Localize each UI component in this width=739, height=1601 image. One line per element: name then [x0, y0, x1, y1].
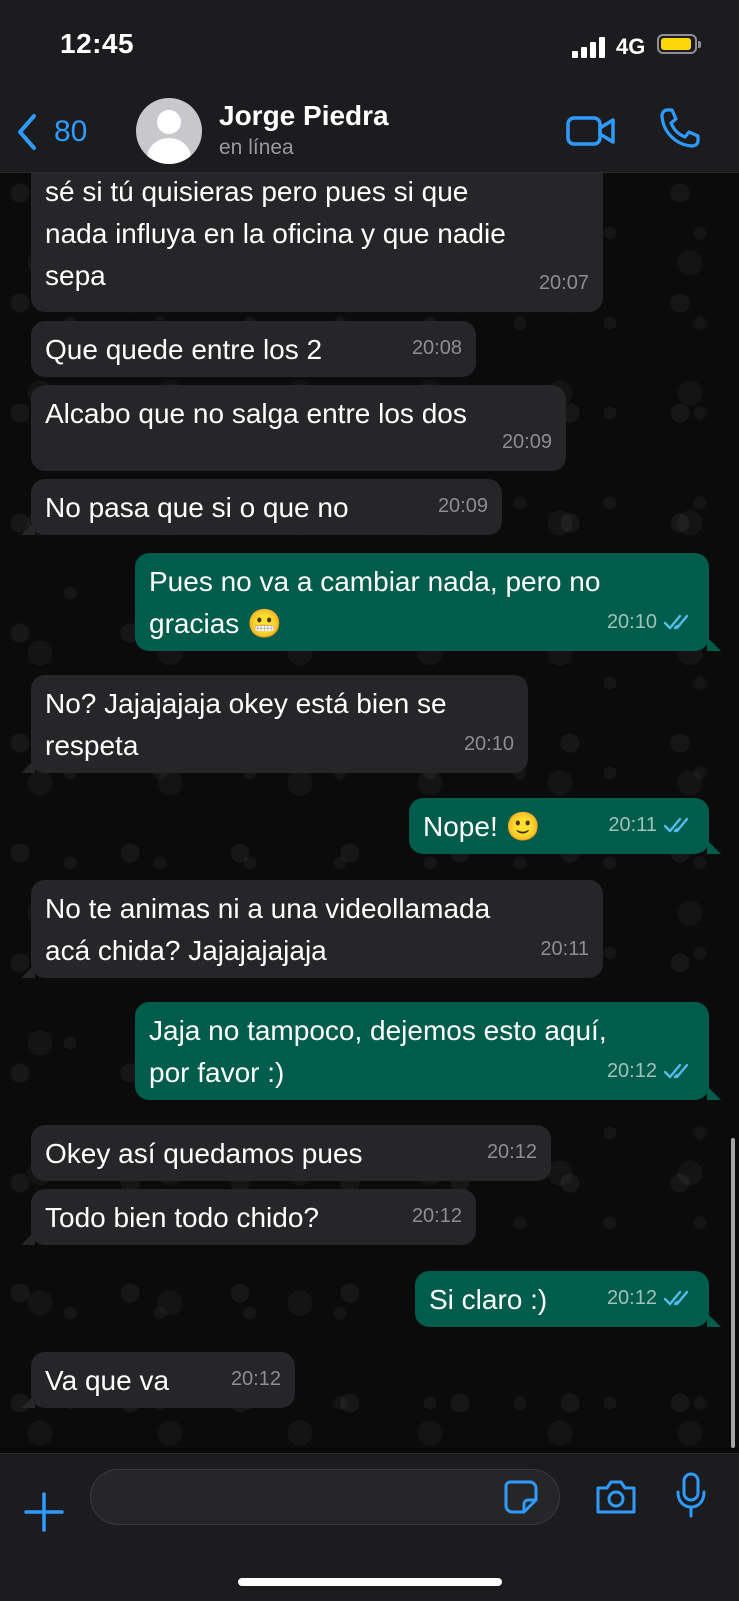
- message-text: Alcabo que no salga entre los dos: [45, 398, 467, 429]
- phone-icon[interactable]: [658, 106, 702, 150]
- chat-header: 80 Jorge Piedra en línea: [0, 92, 739, 173]
- message-incoming[interactable]: Que quede entre los 2 20:08: [31, 321, 476, 377]
- message-text: No pasa que si o que no: [45, 492, 349, 523]
- unread-count: 80: [54, 115, 88, 148]
- read-ticks-icon: [663, 1290, 689, 1306]
- message-input[interactable]: [90, 1469, 560, 1525]
- message-time: 20:12: [230, 1368, 281, 1390]
- message-time: 20:11: [608, 804, 695, 846]
- contact-name[interactable]: Jorge Piedra: [219, 100, 389, 132]
- video-call-icon[interactable]: [566, 112, 616, 150]
- message-outgoing[interactable]: Jaja no tampoco, dejemos esto aquí, por …: [135, 1002, 721, 1100]
- message-time: 20:09: [437, 495, 488, 517]
- message-incoming[interactable]: Todo bien todo chido? 20:12: [21, 1189, 476, 1245]
- message-outgoing[interactable]: Pues no va a cambiar nada, pero no graci…: [135, 553, 721, 651]
- message-time: 20:10: [607, 601, 695, 643]
- message-text: sé si tú quisieras pero pues si que nada…: [45, 176, 506, 291]
- read-ticks-icon: [663, 817, 689, 833]
- status-bar: 12:45 4G: [0, 0, 739, 92]
- message-outgoing[interactable]: Nope! 🙂 20:11: [409, 798, 721, 854]
- plus-icon[interactable]: [24, 1492, 64, 1532]
- camera-icon[interactable]: [594, 1478, 638, 1516]
- message-time: 20:12: [607, 1277, 695, 1319]
- message-incoming[interactable]: sé si tú quisieras pero pues si que nada…: [31, 173, 603, 312]
- sticker-icon[interactable]: [504, 1480, 538, 1514]
- message-text: Que quede entre los 2: [45, 334, 323, 365]
- message-text: No te animas ni a una videollamada acá c…: [45, 893, 491, 966]
- message-time: 20:08: [411, 337, 462, 359]
- message-time: 20:09: [501, 431, 552, 453]
- read-ticks-icon: [663, 614, 689, 630]
- message-time: 20:10: [463, 733, 514, 755]
- message-outgoing[interactable]: Si claro :) 20:12: [415, 1271, 721, 1327]
- battery-icon: [657, 34, 701, 54]
- message-text: No? Jajajajaja okey está bien se respeta: [45, 688, 447, 761]
- message-incoming[interactable]: Va que va 20:12: [21, 1352, 295, 1408]
- message-incoming[interactable]: Alcabo que no salga entre los dos 20:09: [31, 385, 566, 471]
- message-incoming[interactable]: No te animas ni a una videollamada acá c…: [21, 880, 603, 978]
- status-time: 12:45: [60, 28, 135, 59]
- message-time: 20:12: [607, 1050, 695, 1092]
- message-incoming[interactable]: Okey así quedamos pues 20:12: [31, 1125, 551, 1181]
- contact-avatar[interactable]: [136, 98, 202, 164]
- back-button[interactable]: 80: [14, 110, 87, 154]
- microphone-icon[interactable]: [676, 1472, 706, 1518]
- signal-icon: [572, 36, 608, 58]
- message-incoming[interactable]: No pasa que si o que no 20:09: [21, 479, 502, 535]
- message-text: Todo bien todo chido?: [45, 1202, 319, 1233]
- contact-status: en línea: [219, 136, 294, 159]
- message-time: 20:12: [411, 1205, 462, 1227]
- home-indicator: [238, 1578, 502, 1586]
- message-list[interactable]: sé si tú quisieras pero pues si que nada…: [0, 173, 739, 1453]
- message-incoming[interactable]: No? Jajajajaja okey está bien se respeta…: [21, 675, 528, 773]
- message-time: 20:11: [540, 938, 589, 960]
- scrollbar[interactable]: [731, 1138, 735, 1448]
- read-ticks-icon: [663, 1063, 689, 1079]
- message-time: 20:07: [538, 272, 589, 294]
- chevron-left-icon: [18, 114, 36, 150]
- message-text: Okey así quedamos pues: [45, 1138, 363, 1169]
- network-label: 4G: [616, 34, 646, 59]
- message-time: 20:12: [486, 1141, 537, 1163]
